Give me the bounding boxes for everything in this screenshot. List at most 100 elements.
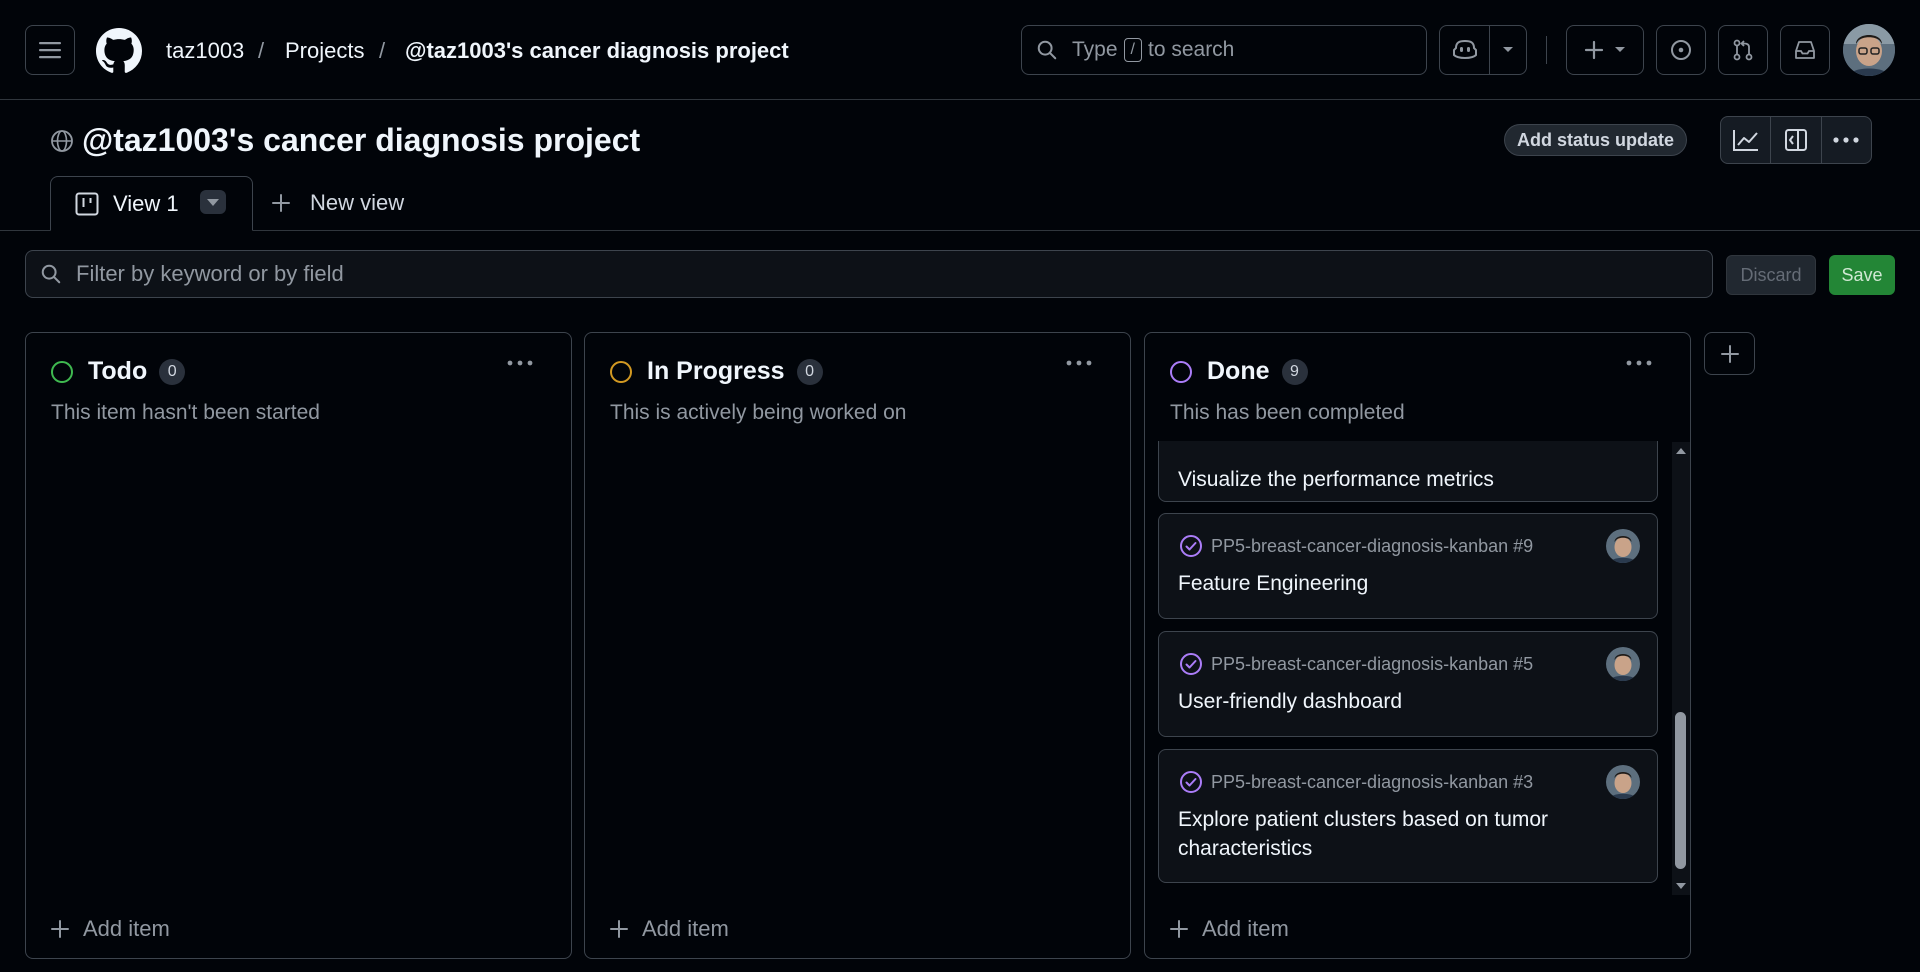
plus-icon bbox=[272, 194, 290, 212]
pull-request-icon bbox=[1733, 39, 1753, 61]
chevron-down-icon bbox=[1615, 47, 1625, 52]
assignee-avatar[interactable] bbox=[1606, 529, 1640, 563]
plus-icon bbox=[1170, 920, 1188, 938]
column-count: 9 bbox=[1281, 358, 1308, 385]
status-circle-icon bbox=[610, 360, 632, 383]
column-name: Done bbox=[1207, 357, 1270, 385]
column-scrollbar[interactable] bbox=[1672, 442, 1690, 895]
filter-input[interactable]: Filter by keyword or by field bbox=[25, 250, 1713, 298]
create-new-button[interactable] bbox=[1566, 25, 1644, 75]
menu-button[interactable] bbox=[25, 25, 75, 75]
search-suffix: to search bbox=[1147, 38, 1235, 61]
card-repo[interactable]: PP5-breast-cancer-diagnosis-kanban #5 bbox=[1211, 654, 1533, 675]
issue-card[interactable]: PP5-breast-cancer-diagnosis-kanban #5 Us… bbox=[1158, 631, 1658, 737]
column-count: 0 bbox=[159, 358, 186, 385]
card-meta: PP5-breast-cancer-diagnosis-kanban #9 bbox=[1179, 534, 1533, 558]
chevron-down-icon bbox=[1503, 47, 1513, 52]
breadcrumb-separator: / bbox=[379, 38, 386, 63]
save-button[interactable]: Save bbox=[1829, 255, 1895, 295]
new-view-button[interactable]: New view bbox=[272, 190, 404, 216]
plus-icon bbox=[1720, 344, 1739, 363]
issue-closed-icon bbox=[1180, 771, 1202, 793]
column-description: This item hasn't been started bbox=[51, 401, 320, 424]
card-title[interactable]: Visualize the performance metrics bbox=[1178, 465, 1494, 494]
side-panel-button[interactable] bbox=[1771, 117, 1822, 163]
card-title[interactable]: Feature Engineering bbox=[1178, 569, 1368, 598]
status-circle-icon bbox=[1170, 360, 1192, 383]
column-description: This is actively being worked on bbox=[610, 401, 907, 424]
card-title[interactable]: Explore patient clusters based on tumor … bbox=[1178, 805, 1598, 863]
column-header: In Progress 0 bbox=[610, 357, 823, 386]
add-status-update-button[interactable]: Add status update bbox=[1504, 124, 1688, 156]
kebab-horizontal-icon bbox=[1066, 360, 1092, 366]
sidebar-icon bbox=[1784, 129, 1807, 151]
add-column-button[interactable] bbox=[1704, 332, 1755, 375]
column-count: 0 bbox=[796, 358, 823, 385]
card-repo[interactable]: PP5-breast-cancer-diagnosis-kanban #3 bbox=[1211, 772, 1533, 793]
issue-card[interactable]: PP5-breast-cancer-diagnosis-kanban #9 Fe… bbox=[1158, 513, 1658, 619]
discard-button[interactable]: Discard bbox=[1726, 255, 1816, 295]
tabs-underline bbox=[0, 230, 1920, 231]
issue-card[interactable]: Visualize the performance metrics bbox=[1158, 441, 1658, 502]
issues-button[interactable] bbox=[1656, 25, 1706, 75]
inbox-button[interactable] bbox=[1780, 25, 1830, 75]
plus-icon bbox=[610, 920, 628, 938]
copilot-button[interactable] bbox=[1439, 25, 1527, 75]
scroll-down-arrow-icon[interactable] bbox=[1672, 879, 1690, 893]
column-header: Todo 0 bbox=[51, 357, 186, 386]
page-title: @taz1003's cancer diagnosis project bbox=[82, 122, 641, 158]
github-logo-icon[interactable] bbox=[96, 28, 142, 74]
column-menu-button[interactable] bbox=[1066, 357, 1092, 369]
filter-placeholder: Filter by keyword or by field bbox=[76, 261, 344, 286]
kebab-horizontal-icon bbox=[507, 360, 533, 366]
breadcrumb-project[interactable]: @taz1003's cancer diagnosis project bbox=[405, 38, 789, 64]
card-title[interactable]: User-friendly dashboard bbox=[1178, 687, 1402, 716]
add-item-button[interactable]: Add item bbox=[1170, 916, 1289, 942]
breadcrumb-user[interactable]: taz1003 bbox=[166, 38, 244, 64]
search-icon bbox=[41, 264, 61, 284]
new-view-label: New view bbox=[310, 190, 405, 215]
add-item-label: Add item bbox=[83, 916, 170, 941]
add-item-button[interactable]: Add item bbox=[51, 916, 170, 942]
tab-label: View 1 bbox=[113, 190, 179, 216]
search-prefix: Type bbox=[1072, 38, 1118, 61]
pull-requests-button[interactable] bbox=[1718, 25, 1768, 75]
view-options-button[interactable] bbox=[200, 190, 226, 214]
issue-opened-icon bbox=[1671, 40, 1691, 60]
plus-icon bbox=[51, 920, 69, 938]
copilot-icon bbox=[1452, 39, 1477, 59]
breadcrumb-projects[interactable]: Projects bbox=[285, 38, 364, 64]
card-list: Visualize the performance metrics PP5-br… bbox=[1157, 441, 1675, 896]
column-todo: Todo 0 This item hasn't been started Add… bbox=[25, 332, 572, 959]
kebab-horizontal-icon bbox=[1833, 137, 1859, 143]
column-done: Done 9 This has been completed Visualize… bbox=[1144, 332, 1691, 959]
add-item-label: Add item bbox=[1202, 916, 1289, 941]
column-description: This has been completed bbox=[1170, 401, 1405, 424]
column-header: Done 9 bbox=[1170, 357, 1308, 386]
scroll-up-arrow-icon[interactable] bbox=[1672, 444, 1690, 458]
inbox-icon bbox=[1795, 41, 1815, 59]
global-search[interactable]: Type / to search bbox=[1021, 25, 1427, 75]
card-repo[interactable]: PP5-breast-cancer-diagnosis-kanban #9 bbox=[1211, 536, 1533, 557]
add-item-button[interactable]: Add item bbox=[610, 916, 729, 942]
issue-card[interactable]: PP5-breast-cancer-diagnosis-kanban #3 Ex… bbox=[1158, 749, 1658, 883]
triangle-down-icon bbox=[207, 198, 219, 206]
status-circle-icon bbox=[51, 360, 73, 383]
assignee-avatar[interactable] bbox=[1606, 647, 1640, 681]
issue-closed-icon bbox=[1180, 535, 1202, 557]
more-options-button[interactable] bbox=[1822, 117, 1871, 163]
card-meta: PP5-breast-cancer-diagnosis-kanban #5 bbox=[1179, 652, 1533, 676]
top-navigation-bar: taz1003 / Projects / @taz1003's cancer d… bbox=[0, 0, 1920, 100]
scrollbar-thumb[interactable] bbox=[1675, 712, 1686, 869]
breadcrumb-separator: / bbox=[258, 38, 265, 63]
user-avatar[interactable] bbox=[1843, 24, 1895, 76]
plus-icon bbox=[1584, 40, 1604, 60]
assignee-avatar[interactable] bbox=[1606, 765, 1640, 799]
search-shortcut-key: / bbox=[1123, 38, 1142, 62]
column-menu-button[interactable] bbox=[507, 357, 533, 369]
project-toolbar bbox=[1720, 116, 1872, 164]
insights-button[interactable] bbox=[1721, 117, 1772, 163]
column-menu-button[interactable] bbox=[1626, 357, 1652, 369]
header-divider bbox=[1546, 36, 1547, 64]
kebab-horizontal-icon bbox=[1626, 360, 1652, 366]
